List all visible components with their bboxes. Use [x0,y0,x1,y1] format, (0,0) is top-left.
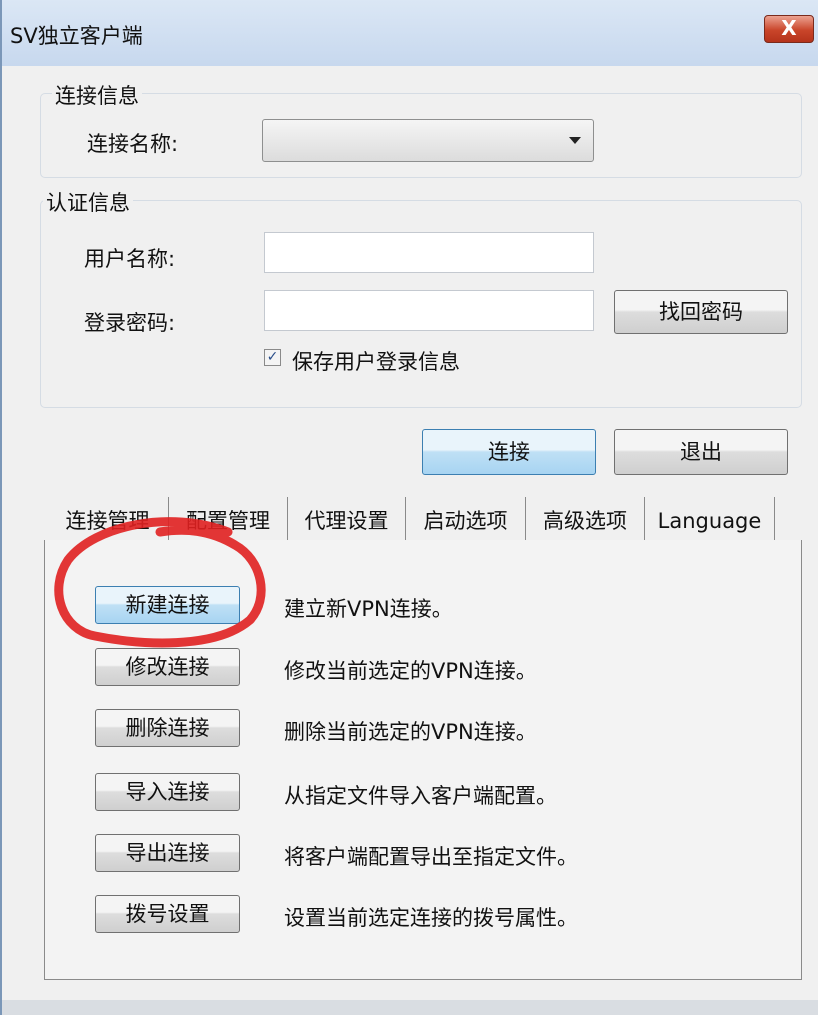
edit-connection-button[interactable]: 修改连接 [95,648,240,686]
remember-login-checkbox[interactable]: ✓ [264,349,281,366]
tab-startup-options[interactable]: 启动选项 [406,497,526,541]
edit-connection-description: 修改当前选定的VPN连接。 [284,659,537,683]
tab-bar: 连接管理 配置管理 代理设置 启动选项 高级选项 Language [47,497,787,541]
connection-info-legend: 连接信息 [52,80,142,110]
connect-button[interactable]: 连接 [422,429,596,475]
main-window: SV独立客户端 X 连接信息 连接名称: 认证信息 用户名称: 登录密码: 找回… [0,0,818,1015]
dial-settings-label: 拨号设置 [125,902,210,926]
window-title: SV独立客户端 [10,24,143,48]
dial-settings-button[interactable]: 拨号设置 [95,895,240,933]
username-input[interactable] [264,232,594,273]
window-bottom-edge [2,1000,818,1015]
chevron-down-icon [569,137,581,144]
import-connection-description: 从指定文件导入客户端配置。 [284,784,557,808]
new-connection-button[interactable]: 新建连接 [95,586,240,624]
tab-label: 连接管理 [65,509,150,533]
export-connection-button[interactable]: 导出连接 [95,834,240,872]
recover-password-label: 找回密码 [659,300,743,324]
recover-password-button[interactable]: 找回密码 [614,290,788,334]
dial-settings-description: 设置当前选定连接的拨号属性。 [284,906,578,930]
tab-proxy-settings[interactable]: 代理设置 [288,497,406,541]
tab-label: 代理设置 [304,509,389,533]
tab-connection-management[interactable]: 连接管理 [47,497,168,541]
exit-button-label: 退出 [680,440,722,464]
tab-label: 配置管理 [186,509,270,533]
export-connection-label: 导出连接 [125,841,210,865]
close-icon: X [781,16,797,40]
connect-button-label: 连接 [488,440,530,464]
password-input[interactable] [264,290,594,331]
tab-advanced-options[interactable]: 高级选项 [526,497,645,541]
import-connection-button[interactable]: 导入连接 [95,773,240,811]
username-label: 用户名称: [84,247,176,271]
tab-config-management[interactable]: 配置管理 [168,497,288,541]
connection-name-dropdown[interactable] [262,119,594,162]
import-connection-label: 导入连接 [125,780,210,804]
remember-login-label: 保存用户登录信息 [292,350,460,374]
connection-name-label: 连接名称: [87,132,179,156]
export-connection-description: 将客户端配置导出至指定文件。 [284,845,578,869]
title-bar: SV独立客户端 X [2,0,818,66]
delete-connection-button[interactable]: 删除连接 [95,709,240,747]
edit-connection-label: 修改连接 [125,655,210,679]
delete-connection-label: 删除连接 [125,716,210,740]
tab-label: Language [657,509,762,533]
close-button[interactable]: X [764,15,814,43]
tab-label: 高级选项 [543,509,627,533]
delete-connection-description: 删除当前选定的VPN连接。 [284,720,537,744]
password-label: 登录密码: [84,311,176,335]
tab-label: 启动选项 [423,509,508,533]
new-connection-label: 新建连接 [125,593,210,617]
new-connection-description: 建立新VPN连接。 [284,597,453,621]
tab-language[interactable]: Language [645,497,775,541]
auth-info-legend: 认证信息 [43,187,133,217]
exit-button[interactable]: 退出 [614,429,788,475]
